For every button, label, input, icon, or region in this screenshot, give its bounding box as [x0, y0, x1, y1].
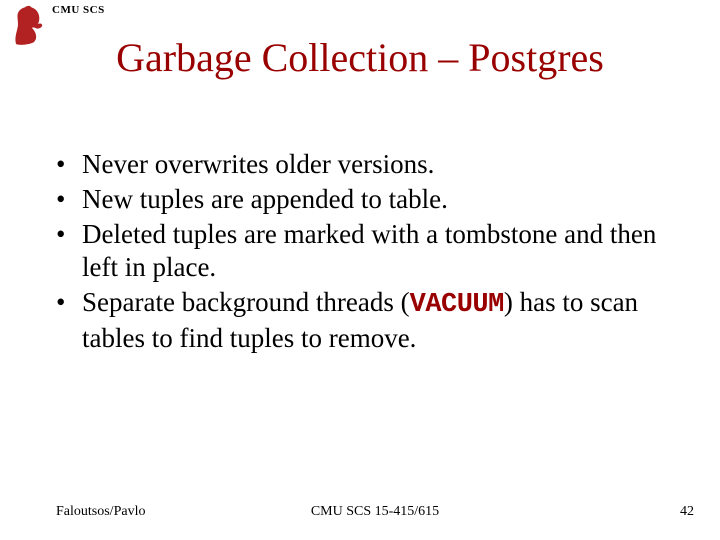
- footer-center: CMU SCS 15-415/615: [56, 504, 694, 520]
- bullet-text: New tuples are appended to table.: [82, 183, 672, 216]
- list-item: • New tuples are appended to table.: [56, 183, 672, 216]
- header-label: CMU SCS: [52, 4, 105, 16]
- bullet-dot-icon: •: [56, 148, 82, 181]
- slide-title: Garbage Collection – Postgres: [0, 34, 720, 81]
- bullet-text: Separate background threads (VACUUM) has…: [82, 286, 672, 355]
- footer-page-number: 42: [680, 504, 694, 520]
- list-item: • Never overwrites older versions.: [56, 148, 672, 181]
- bullet-dot-icon: •: [56, 183, 82, 216]
- bullet-text: Never overwrites older versions.: [82, 148, 672, 181]
- bullet-list: • Never overwrites older versions. • New…: [56, 148, 672, 357]
- bullet-dot-icon: •: [56, 286, 82, 355]
- footer: CMU SCS 15-415/615 Faloutsos/Pavlo 42: [56, 504, 694, 520]
- list-item: • Deleted tuples are marked with a tombs…: [56, 218, 672, 284]
- bullet-dot-icon: •: [56, 218, 82, 284]
- code-keyword: VACUUM: [410, 290, 504, 320]
- bullet-text: Deleted tuples are marked with a tombsto…: [82, 218, 672, 284]
- list-item: • Separate background threads (VACUUM) h…: [56, 286, 672, 355]
- footer-left: Faloutsos/Pavlo: [56, 504, 145, 520]
